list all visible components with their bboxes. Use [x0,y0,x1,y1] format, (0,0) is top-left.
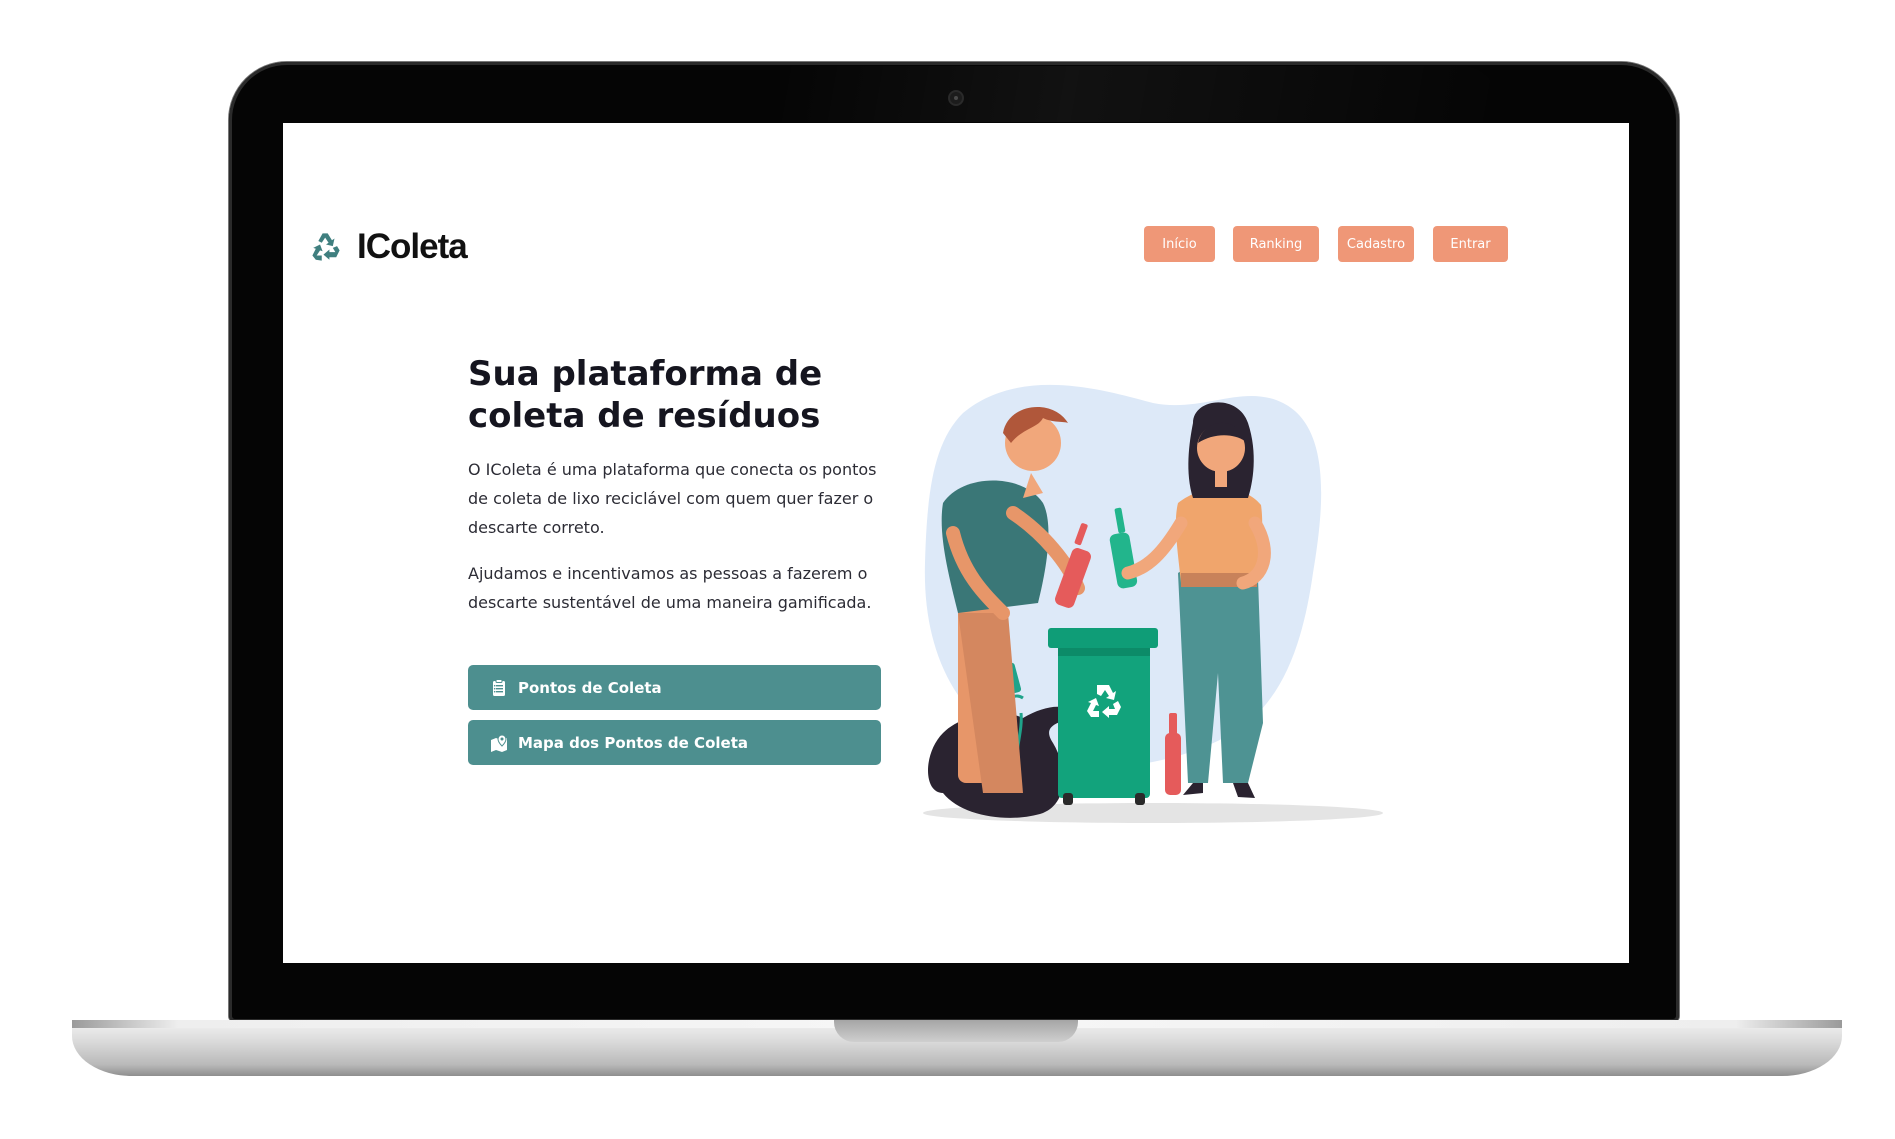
webcam-icon [950,92,962,104]
laptop-notch [834,1020,1078,1042]
collection-map-label: Mapa dos Pontos de Coleta [518,733,748,752]
hero-title: Sua plataforma de coleta de resíduos [468,353,888,437]
hero-title-line1: Sua plataforma de [468,354,823,394]
hero-description: O IColeta é uma plataforma que conecta o… [468,460,877,537]
map-pin-icon [491,733,507,752]
lid-glare [780,66,1500,122]
top-nav: Início Ranking Cadastro Entrar [283,226,1629,262]
page: IColeta Início Ranking Cadastro Entrar S… [0,0,1895,1139]
nav-entrar-button[interactable]: Entrar [1433,226,1508,262]
hero-title-line2: coleta de resíduos [468,396,821,436]
nav-cadastro-button[interactable]: Cadastro [1338,226,1414,262]
hero-subdescription: Ajudamos e incentivamos as pessoas a faz… [468,564,872,612]
collection-map-button[interactable]: Mapa dos Pontos de Coleta [468,720,881,765]
clipboard-list-icon [493,678,505,696]
nav-ranking-button[interactable]: Ranking [1233,226,1319,262]
recycling-people-illustration [923,384,1383,823]
collection-points-button[interactable]: Pontos de Coleta [468,665,881,710]
collection-points-label: Pontos de Coleta [518,678,662,697]
nav-inicio-button[interactable]: Início [1144,226,1215,262]
laptop-screen: IColeta Início Ranking Cadastro Entrar S… [283,123,1629,963]
